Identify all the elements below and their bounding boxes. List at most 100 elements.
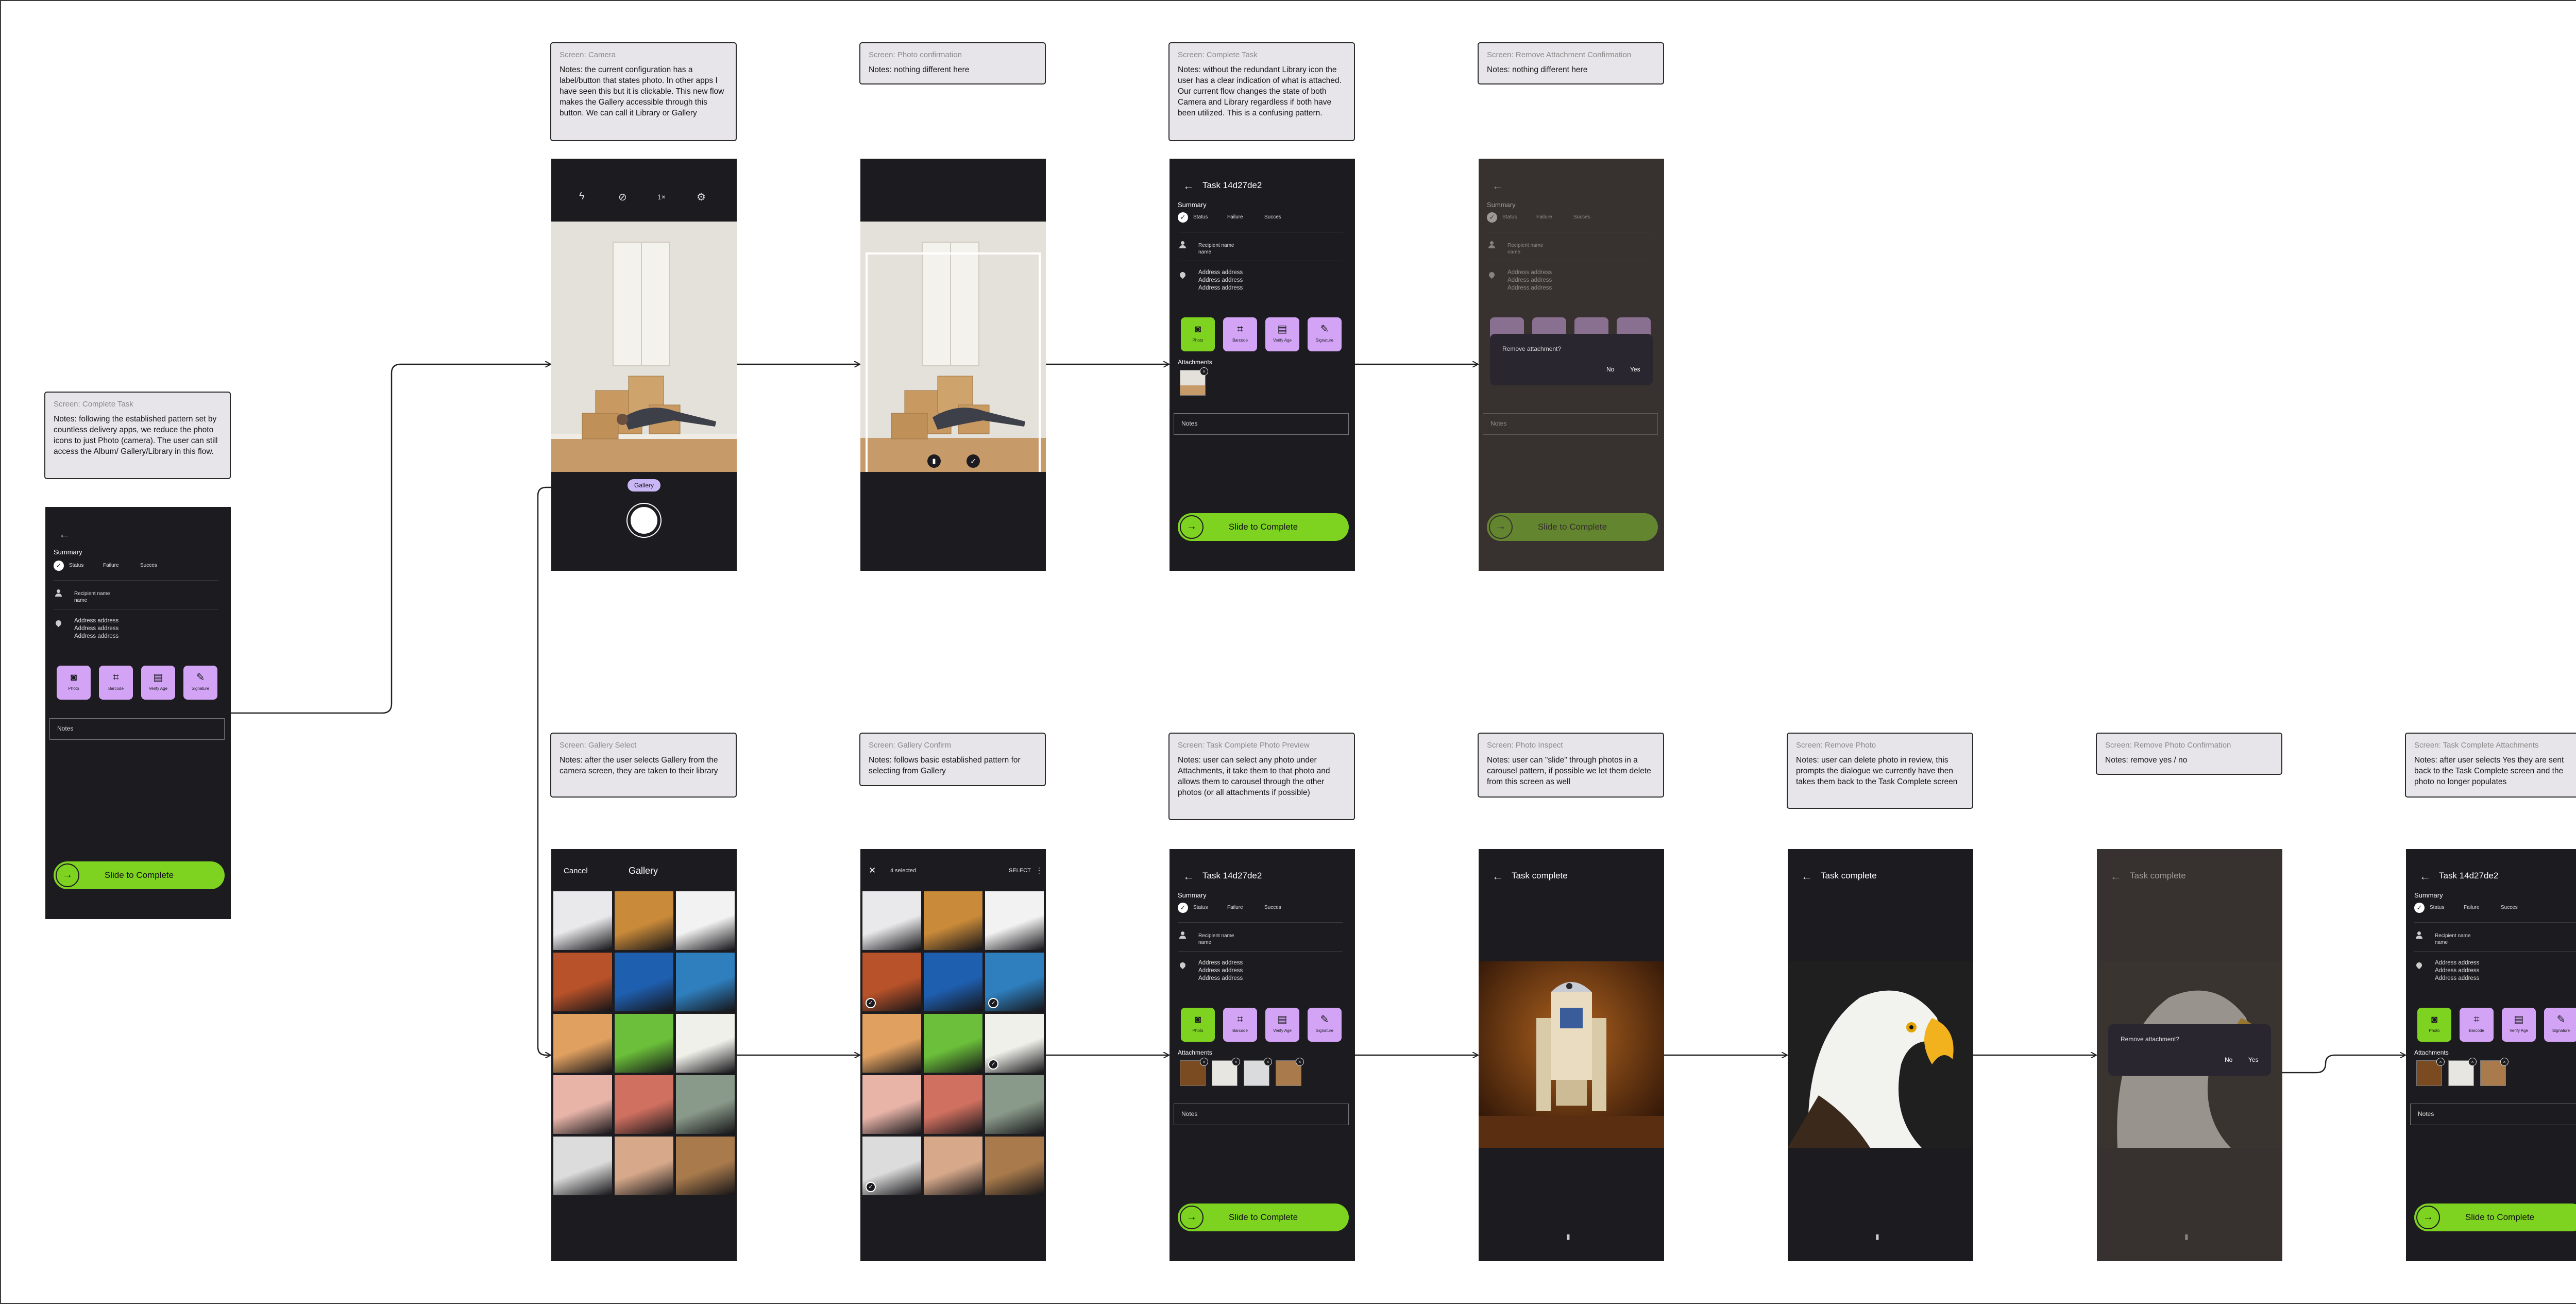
trash-icon[interactable]: ▮ bbox=[927, 454, 941, 468]
gallery-photo[interactable]: ✓ bbox=[985, 1014, 1044, 1073]
attachment-thumbnail[interactable]: × bbox=[1180, 1058, 1208, 1086]
select-button[interactable]: SELECT bbox=[1009, 868, 1031, 874]
notes-field[interactable]: Notes bbox=[49, 718, 225, 740]
gallery-photo[interactable] bbox=[615, 891, 673, 950]
gallery-photo[interactable] bbox=[924, 1137, 982, 1195]
gallery-photo[interactable] bbox=[985, 1137, 1044, 1195]
trash-icon[interactable]: ▮ bbox=[1875, 1232, 1879, 1241]
status-label[interactable]: Status bbox=[2430, 905, 2444, 910]
gallery-photo[interactable] bbox=[985, 1075, 1044, 1134]
notes-field[interactable]: Notes bbox=[1174, 413, 1349, 435]
signature-button[interactable]: ✎ Signature bbox=[2544, 1008, 2576, 1042]
notes-field[interactable]: Notes bbox=[1174, 1104, 1349, 1125]
trash-icon[interactable]: ▮ bbox=[1566, 1232, 1570, 1241]
cancel-button[interactable]: Cancel bbox=[564, 867, 588, 875]
back-arrow-icon[interactable]: ← bbox=[1801, 870, 1812, 883]
gallery-photo[interactable] bbox=[676, 1014, 735, 1073]
remove-attachment-icon[interactable]: × bbox=[2468, 1058, 2477, 1066]
gallery-photo[interactable] bbox=[553, 1014, 612, 1073]
settings-gear-icon[interactable]: ⚙ bbox=[697, 191, 706, 204]
gallery-photo[interactable] bbox=[676, 953, 735, 1011]
attachment-thumbnail[interactable]: × bbox=[1212, 1058, 1240, 1086]
gallery-photo[interactable] bbox=[676, 891, 735, 950]
attachment-thumbnail[interactable]: × bbox=[2480, 1058, 2509, 1086]
shutter-button[interactable] bbox=[628, 504, 660, 537]
flash-off-icon[interactable]: ϟ bbox=[579, 191, 585, 202]
status-label[interactable]: Status bbox=[1193, 214, 1208, 220]
gallery-photo[interactable] bbox=[553, 953, 612, 1011]
success-label[interactable]: Succes bbox=[2501, 905, 2518, 910]
slide-to-complete[interactable]: → Slide to Complete bbox=[1178, 1204, 1349, 1231]
back-arrow-icon[interactable]: ← bbox=[2419, 870, 2431, 883]
verify-age-button[interactable]: ▤ Verify Age bbox=[1265, 317, 1299, 351]
verify-age-button[interactable]: ▤ Verify Age bbox=[1265, 1008, 1299, 1042]
signature-button[interactable]: ✎ Signature bbox=[1308, 317, 1342, 351]
gallery-photo[interactable] bbox=[553, 1075, 612, 1134]
dialog-no-button[interactable]: No bbox=[1606, 366, 1614, 373]
gallery-photo[interactable]: ✓ bbox=[862, 953, 921, 1011]
confirm-check-icon[interactable]: ✓ bbox=[967, 454, 980, 468]
slide-to-complete[interactable]: → Slide to Complete bbox=[1178, 513, 1349, 541]
remove-attachment-icon[interactable]: × bbox=[1200, 367, 1208, 376]
photo-button[interactable]: ◙ Photo bbox=[2417, 1008, 2451, 1042]
barcode-button[interactable]: ⌗ Barcode bbox=[2460, 1008, 2494, 1042]
gallery-button[interactable]: Gallery bbox=[628, 479, 660, 492]
dialog-yes-button[interactable]: Yes bbox=[2248, 1056, 2259, 1063]
verify-age-button[interactable]: ▤ Verify Age bbox=[141, 666, 175, 700]
gallery-photo[interactable] bbox=[862, 1075, 921, 1134]
remove-attachment-icon[interactable]: × bbox=[2436, 1058, 2445, 1066]
back-arrow-icon[interactable]: ← bbox=[1492, 870, 1503, 883]
gallery-photo[interactable] bbox=[615, 1014, 673, 1073]
back-arrow-icon[interactable]: ← bbox=[59, 528, 70, 541]
remove-attachment-icon[interactable]: × bbox=[2500, 1058, 2509, 1066]
attachment-thumbnail[interactable]: × bbox=[2448, 1058, 2477, 1086]
timer-off-icon[interactable]: ⊘ bbox=[618, 191, 627, 204]
back-arrow-icon[interactable]: ← bbox=[1183, 179, 1194, 193]
gallery-photo[interactable] bbox=[862, 891, 921, 950]
failure-label[interactable]: Failure bbox=[1227, 214, 1243, 220]
photo-button[interactable]: ◙ Photo bbox=[1181, 317, 1215, 351]
gallery-photo[interactable]: ✓ bbox=[862, 1137, 921, 1195]
attachment-thumbnail[interactable]: × bbox=[1180, 367, 1208, 396]
photo-button[interactable]: ◙ Photo bbox=[1181, 1008, 1215, 1042]
gallery-photo[interactable] bbox=[924, 891, 982, 950]
remove-attachment-icon[interactable]: × bbox=[1264, 1058, 1272, 1066]
gallery-photo[interactable] bbox=[676, 1137, 735, 1195]
failure-label[interactable]: Failure bbox=[2464, 905, 2480, 910]
gallery-photo[interactable] bbox=[615, 1137, 673, 1195]
gallery-photo[interactable] bbox=[676, 1075, 735, 1134]
attachment-thumbnail[interactable]: × bbox=[2416, 1058, 2445, 1086]
slide-to-complete[interactable]: → Slide to Complete bbox=[54, 861, 225, 889]
attachment-thumbnail[interactable]: × bbox=[1276, 1058, 1304, 1086]
gallery-photo[interactable] bbox=[553, 1137, 612, 1195]
dialog-no-button[interactable]: No bbox=[2225, 1056, 2232, 1063]
failure-label[interactable]: Failure bbox=[1227, 905, 1243, 910]
dialog-yes-button[interactable]: Yes bbox=[1630, 366, 1640, 373]
back-arrow-icon[interactable]: ← bbox=[1183, 870, 1194, 883]
barcode-button[interactable]: ⌗ Barcode bbox=[99, 666, 133, 700]
success-label[interactable]: Succes bbox=[1264, 905, 1281, 910]
gallery-photo[interactable] bbox=[553, 891, 612, 950]
slide-to-complete[interactable]: → Slide to Complete bbox=[2414, 1204, 2576, 1231]
remove-attachment-icon[interactable]: × bbox=[1296, 1058, 1304, 1066]
gallery-photo[interactable] bbox=[985, 891, 1044, 950]
gallery-photo[interactable] bbox=[615, 953, 673, 1011]
gallery-photo[interactable] bbox=[862, 1014, 921, 1073]
signature-button[interactable]: ✎ Signature bbox=[1308, 1008, 1342, 1042]
verify-age-button[interactable]: ▤ Verify Age bbox=[2502, 1008, 2536, 1042]
attachment-thumbnail[interactable]: × bbox=[1244, 1058, 1272, 1086]
zoom-level[interactable]: 1× bbox=[657, 193, 666, 201]
photo-button[interactable]: ◙ Photo bbox=[57, 666, 91, 700]
barcode-button[interactable]: ⌗ Barcode bbox=[1223, 317, 1257, 351]
more-menu-icon[interactable]: ⋮ bbox=[1036, 866, 1043, 875]
gallery-photo[interactable]: ✓ bbox=[985, 953, 1044, 1011]
failure-label[interactable]: Failure bbox=[103, 563, 119, 568]
barcode-button[interactable]: ⌗ Barcode bbox=[1223, 1008, 1257, 1042]
status-label[interactable]: Status bbox=[1193, 905, 1208, 910]
remove-attachment-icon[interactable]: × bbox=[1200, 1058, 1208, 1066]
remove-attachment-icon[interactable]: × bbox=[1232, 1058, 1240, 1066]
status-label[interactable]: Status bbox=[69, 563, 83, 568]
signature-button[interactable]: ✎ Signature bbox=[183, 666, 217, 700]
success-label[interactable]: Succes bbox=[1264, 214, 1281, 220]
gallery-photo[interactable] bbox=[615, 1075, 673, 1134]
